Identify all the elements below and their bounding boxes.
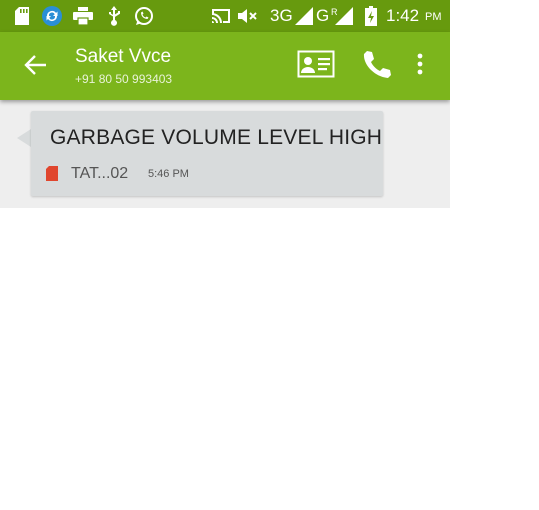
sync-icon: [40, 6, 64, 26]
message-timestamp: 5:46 PM: [148, 168, 189, 180]
network-type-label: 3G: [270, 6, 293, 25]
clock-ampm: PM: [425, 11, 442, 23]
message-bubble-tail: [17, 129, 31, 147]
app-bar: Saket Vvce +91 80 50 993403: [0, 32, 450, 100]
clock: 1:42: [386, 6, 420, 25]
more-options-button[interactable]: [408, 50, 432, 82]
battery-charging-icon: [364, 6, 378, 26]
sim-card-icon: [46, 166, 58, 181]
printer-icon: [72, 6, 94, 26]
signal-strength-icon-2: [334, 6, 354, 26]
network-type-label-2: G: [316, 6, 330, 25]
usb-icon: [104, 6, 124, 26]
mute-icon: [237, 6, 259, 26]
contact-number: +91 80 50 993403: [75, 72, 173, 86]
call-icon: [361, 49, 391, 84]
conversation-screen: 3G G R 1:42 PM Saket Vvce +91 80 50 9934…: [0, 0, 450, 208]
contact-name[interactable]: Saket Vvce: [75, 46, 171, 68]
whatsapp-icon: [133, 6, 155, 26]
sim-label: TAT...02: [71, 165, 129, 182]
message-bubble[interactable]: GARBAGE VOLUME LEVEL HIGH TAT...02 5:46 …: [31, 111, 383, 196]
contact-card-icon: [297, 50, 335, 83]
back-arrow-icon: [24, 54, 46, 80]
contact-card-button[interactable]: [294, 48, 338, 84]
cast-icon: [209, 6, 233, 26]
sd-card-icon: [12, 6, 32, 26]
signal-strength-icon: [294, 6, 314, 26]
back-button[interactable]: [18, 50, 52, 84]
call-button[interactable]: [356, 48, 396, 84]
message-text: GARBAGE VOLUME LEVEL HIGH: [50, 126, 383, 149]
more-options-icon: [417, 53, 423, 80]
status-bar: 3G G R 1:42 PM: [0, 0, 450, 32]
